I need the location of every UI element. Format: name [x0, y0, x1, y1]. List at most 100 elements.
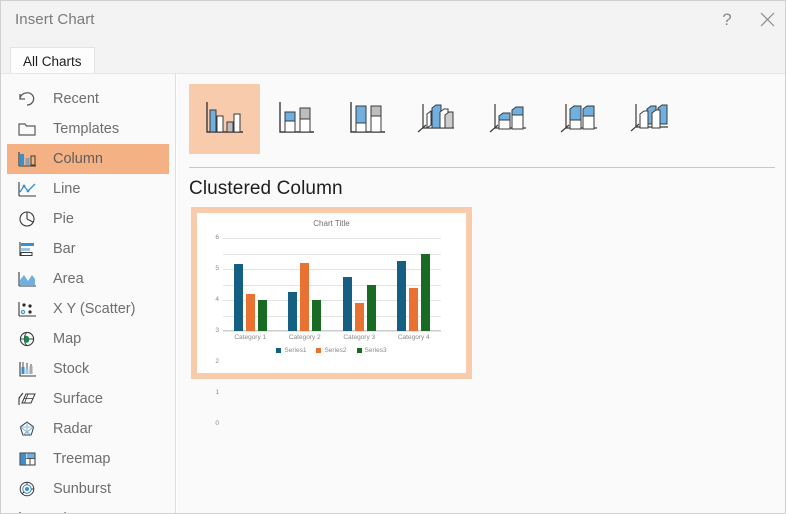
- bar-group: [278, 238, 333, 331]
- bar: [366, 284, 376, 331]
- sidebar-item-label: Radar: [53, 421, 93, 437]
- sidebar-item-treemap[interactable]: Treemap: [15, 444, 169, 474]
- y-axis-tick: 3: [215, 326, 219, 334]
- close-button[interactable]: [747, 1, 785, 38]
- bar-icon: [15, 238, 39, 260]
- thumbnail-3d-clustered-column[interactable]: [402, 84, 473, 154]
- sidebar-item-label: X Y (Scatter): [53, 301, 136, 317]
- y-axis-tick: 4: [215, 295, 219, 303]
- thumbnail-stacked-column[interactable]: [260, 84, 331, 154]
- bar: [312, 300, 322, 331]
- surface-icon: [15, 388, 39, 410]
- legend-swatch: [316, 348, 322, 353]
- x-axis-labels: Category 1 Category 2 Category 3 Category 4: [223, 334, 441, 341]
- bar-groups: [223, 238, 441, 331]
- close-icon: [760, 12, 775, 27]
- question-mark-icon: ?: [722, 10, 732, 29]
- treemap-icon: [15, 448, 39, 470]
- sidebar-item-label: Line: [53, 181, 81, 197]
- chart-plot-area: 6 5 4 3 2 1 0: [215, 234, 441, 426]
- help-button[interactable]: ?: [707, 1, 747, 38]
- sidebar-item-label: Bar: [53, 241, 76, 257]
- map-icon: [15, 328, 39, 350]
- bar-group: [332, 238, 387, 331]
- x-axis-label: Category 4: [397, 334, 430, 341]
- gridline: 0: [215, 331, 441, 426]
- sidebar-item-label: Column: [53, 151, 103, 167]
- y-axis-tick: 0: [215, 419, 219, 427]
- recent-icon: [15, 88, 39, 110]
- insert-chart-dialog: Insert Chart ? All Charts Recent Templat…: [0, 0, 786, 514]
- chart-subtype-thumbnails[interactable]: [189, 84, 686, 154]
- sidebar-item-recent[interactable]: Recent: [15, 84, 169, 114]
- legend-label: Series1: [284, 347, 307, 354]
- bar: [300, 262, 310, 331]
- sidebar-item-label: Surface: [53, 391, 103, 407]
- sidebar-item-label: Pie: [53, 211, 74, 227]
- y-axis-tick: 2: [215, 357, 219, 365]
- sidebar-item-pie[interactable]: Pie: [15, 204, 169, 234]
- dialog-title: Insert Chart: [15, 11, 95, 28]
- x-axis-label: Category 2: [288, 334, 321, 341]
- bar: [397, 261, 407, 331]
- y-axis-tick: 5: [215, 264, 219, 272]
- bar-group: [223, 238, 278, 331]
- radar-icon: [15, 418, 39, 440]
- thumbnail-3d-100-percent-stacked-column[interactable]: [544, 84, 615, 154]
- y-axis-tick: 6: [215, 233, 219, 241]
- sidebar-item-scatter[interactable]: X Y (Scatter): [15, 294, 169, 324]
- sidebar-item-label: Treemap: [53, 451, 111, 467]
- sidebar-item-label: Area: [53, 271, 84, 287]
- legend-swatch: [276, 348, 282, 353]
- sidebar-item-stock[interactable]: Stock: [15, 354, 169, 384]
- sidebar-item-map[interactable]: Map: [15, 324, 169, 354]
- sidebar-item-surface[interactable]: Surface: [15, 384, 169, 414]
- chart-preview-card[interactable]: Chart Title 6 5 4 3 2 1 0 Category 1 Category 2…: [191, 207, 472, 426]
- bar-group: [387, 238, 442, 331]
- chart-subtype-heading: Clustered Column: [189, 178, 343, 199]
- x-axis-label: Category 1: [234, 334, 267, 341]
- sidebar-item-radar[interactable]: Radar: [15, 414, 169, 444]
- legend-label: Series2: [324, 347, 347, 354]
- dialog-body: Recent Templates Column Line Pie Bar Are…: [1, 74, 785, 513]
- bar: [421, 253, 431, 331]
- scatter-icon: [15, 298, 39, 320]
- tab-all-charts[interactable]: All Charts: [10, 47, 95, 74]
- thumbnail-clustered-column[interactable]: [189, 84, 260, 154]
- chart-category-sidebar[interactable]: Recent Templates Column Line Pie Bar Are…: [1, 74, 176, 513]
- legend-item: Series3: [356, 347, 387, 354]
- chart-title: Chart Title: [313, 219, 350, 228]
- chart-subtype-pane: Clustered Column Chart Title 6 5 4 3 2 1 0 Cat…: [177, 74, 785, 513]
- sidebar-item-area[interactable]: Area: [15, 264, 169, 294]
- tab-strip: All Charts: [1, 38, 785, 74]
- sidebar-item-sunburst[interactable]: Sunburst: [15, 474, 169, 504]
- sidebar-item-label: Recent: [53, 91, 99, 107]
- dialog-titlebar: Insert Chart ?: [1, 1, 785, 38]
- legend-item: Series2: [316, 347, 347, 354]
- templates-icon: [15, 118, 39, 140]
- sidebar-item-templates[interactable]: Templates: [15, 114, 169, 144]
- area-icon: [15, 268, 39, 290]
- histogram-icon: [15, 508, 39, 513]
- thumbnail-100-percent-stacked-column[interactable]: [331, 84, 402, 154]
- chart-preview: Chart Title 6 5 4 3 2 1 0 Category 1 Category 2…: [197, 213, 466, 426]
- thumbnail-3d-column[interactable]: [615, 84, 686, 154]
- bar: [233, 264, 243, 331]
- sidebar-item-column[interactable]: Column: [7, 144, 169, 174]
- bar: [257, 300, 267, 331]
- thumbnail-3d-stacked-column[interactable]: [473, 84, 544, 154]
- sidebar-item-label: Sunburst: [53, 481, 112, 497]
- bar: [342, 276, 352, 331]
- sidebar-item-label: Templates: [53, 121, 120, 137]
- sidebar-item-line[interactable]: Line: [15, 174, 169, 204]
- x-axis-label: Category 3: [343, 334, 376, 341]
- y-axis-tick: 1: [215, 388, 219, 396]
- line-icon: [15, 178, 39, 200]
- legend-swatch: [356, 348, 362, 353]
- sunburst-icon: [15, 478, 39, 500]
- bar: [245, 293, 255, 331]
- sidebar-item-bar[interactable]: Bar: [15, 234, 169, 264]
- sidebar-item-histogram[interactable]: Histogram: [15, 504, 169, 513]
- column-icon: [15, 148, 39, 170]
- stock-icon: [15, 358, 39, 380]
